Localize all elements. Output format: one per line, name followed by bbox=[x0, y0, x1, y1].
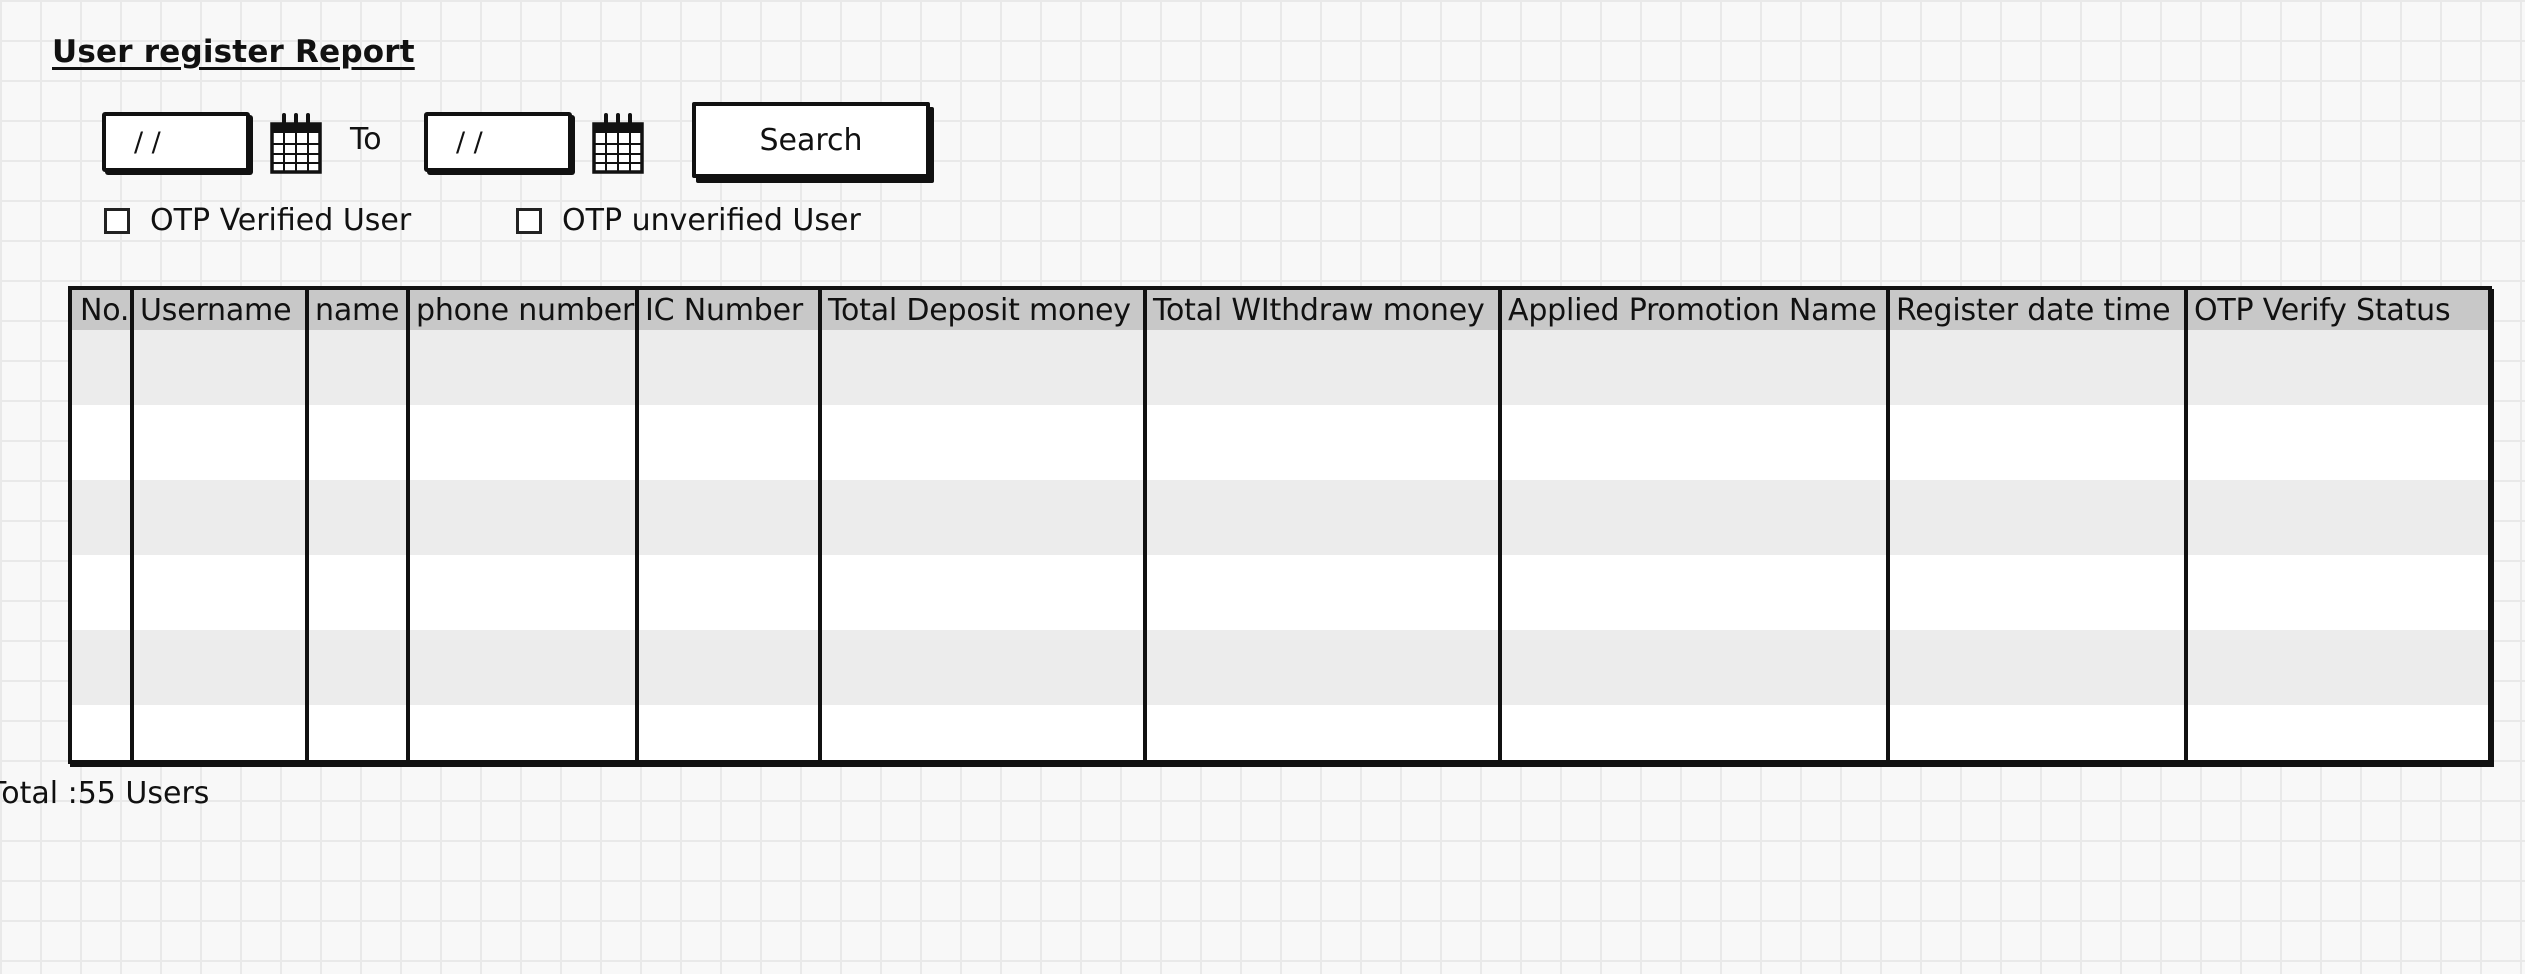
table-cell-no bbox=[72, 405, 132, 480]
table-cell-register-date-time bbox=[1886, 480, 2186, 555]
user-report-table: No. Username name phone number IC Number… bbox=[68, 286, 2492, 764]
table-cell-no bbox=[72, 330, 132, 405]
table-header-row: No. Username name phone number IC Number… bbox=[72, 290, 2488, 330]
table-cell-ic-number bbox=[635, 630, 820, 705]
table-cell-total-withdraw bbox=[1143, 555, 1500, 630]
table-cell-total-withdraw bbox=[1143, 630, 1500, 705]
table-cell-ic-number bbox=[635, 330, 820, 405]
table-cell-applied-promotion bbox=[1498, 555, 1888, 630]
table-body bbox=[72, 330, 2488, 760]
otp-unverified-label: OTP unverified User bbox=[562, 203, 861, 238]
table-cell-total-withdraw bbox=[1143, 705, 1500, 760]
otp-unverified-checkbox[interactable] bbox=[516, 207, 542, 234]
table-cell-username bbox=[130, 705, 307, 760]
table-cell-username bbox=[130, 630, 307, 705]
table-cell-total-deposit bbox=[818, 480, 1145, 555]
table-cell-ic-number bbox=[635, 480, 820, 555]
column-header-total-withdraw[interactable]: Total WIthdraw money bbox=[1143, 290, 1500, 330]
column-header-otp-verify-status[interactable]: OTP Verify Status bbox=[2184, 290, 2488, 330]
table-row[interactable] bbox=[72, 480, 2488, 555]
table-cell-register-date-time bbox=[1886, 630, 2186, 705]
table-cell-phone-number bbox=[406, 555, 637, 630]
otp-verified-checkbox[interactable] bbox=[104, 207, 130, 234]
table-row[interactable] bbox=[72, 330, 2488, 405]
table-cell-name bbox=[305, 555, 408, 630]
table-cell-username bbox=[130, 405, 307, 480]
table-cell-total-withdraw bbox=[1143, 330, 1500, 405]
table-cell-total-withdraw bbox=[1143, 480, 1500, 555]
table-cell-otp-verify-status bbox=[2184, 705, 2488, 760]
page-title: User register Report bbox=[52, 34, 415, 70]
table-cell-otp-verify-status bbox=[2184, 555, 2488, 630]
column-header-phone-number[interactable]: phone number bbox=[406, 290, 637, 330]
table-cell-total-deposit bbox=[818, 705, 1145, 760]
table-cell-total-deposit bbox=[818, 405, 1145, 480]
table-cell-applied-promotion bbox=[1498, 630, 1888, 705]
column-header-ic-number[interactable]: IC Number bbox=[635, 290, 820, 330]
table-cell-otp-verify-status bbox=[2184, 330, 2488, 405]
table-cell-phone-number bbox=[406, 405, 637, 480]
table-cell-otp-verify-status bbox=[2184, 630, 2488, 705]
table-row[interactable] bbox=[72, 555, 2488, 630]
table-cell-phone-number bbox=[406, 705, 637, 760]
table-row[interactable] bbox=[72, 630, 2488, 705]
table-cell-total-deposit bbox=[818, 330, 1145, 405]
table-cell-register-date-time bbox=[1886, 705, 2186, 760]
table-cell-phone-number bbox=[406, 630, 637, 705]
table-cell-username bbox=[130, 555, 307, 630]
column-header-no[interactable]: No. bbox=[72, 290, 132, 330]
table-cell-name bbox=[305, 705, 408, 760]
table-cell-ic-number bbox=[635, 705, 820, 760]
column-header-applied-promotion[interactable]: Applied Promotion Name bbox=[1498, 290, 1888, 330]
table-cell-no bbox=[72, 705, 132, 760]
otp-unverified-filter[interactable]: OTP unverified User bbox=[516, 203, 861, 238]
table-row[interactable] bbox=[72, 705, 2488, 760]
table-cell-username bbox=[130, 480, 307, 555]
column-header-register-date-time[interactable]: Register date time bbox=[1886, 290, 2186, 330]
table-cell-otp-verify-status bbox=[2184, 405, 2488, 480]
table-cell-applied-promotion bbox=[1498, 405, 1888, 480]
table-cell-phone-number bbox=[406, 480, 637, 555]
table-cell-name bbox=[305, 480, 408, 555]
date-from-input[interactable] bbox=[102, 112, 250, 172]
otp-verified-label: OTP Verified User bbox=[150, 203, 412, 238]
table-cell-name bbox=[305, 630, 408, 705]
table-cell-otp-verify-status bbox=[2184, 480, 2488, 555]
table-cell-no bbox=[72, 555, 132, 630]
calendar-icon[interactable] bbox=[590, 112, 646, 176]
to-label: To bbox=[350, 122, 382, 157]
column-header-username[interactable]: Username bbox=[130, 290, 307, 330]
table-cell-applied-promotion bbox=[1498, 480, 1888, 555]
table-cell-ic-number bbox=[635, 405, 820, 480]
total-users-label: Total :55 Users bbox=[0, 776, 210, 811]
otp-verified-filter[interactable]: OTP Verified User bbox=[104, 203, 411, 238]
date-to-input[interactable] bbox=[424, 112, 572, 172]
table-cell-register-date-time bbox=[1886, 405, 2186, 480]
column-header-total-deposit[interactable]: Total Deposit money bbox=[818, 290, 1145, 330]
table-row[interactable] bbox=[72, 405, 2488, 480]
table-cell-phone-number bbox=[406, 330, 637, 405]
calendar-icon[interactable] bbox=[268, 112, 324, 176]
search-button[interactable]: Search bbox=[692, 102, 930, 178]
table-cell-total-deposit bbox=[818, 630, 1145, 705]
table-cell-register-date-time bbox=[1886, 555, 2186, 630]
table-cell-name bbox=[305, 330, 408, 405]
table-cell-name bbox=[305, 405, 408, 480]
table-cell-total-deposit bbox=[818, 555, 1145, 630]
table-cell-applied-promotion bbox=[1498, 705, 1888, 760]
table-cell-username bbox=[130, 330, 307, 405]
column-header-name[interactable]: name bbox=[305, 290, 408, 330]
table-cell-applied-promotion bbox=[1498, 330, 1888, 405]
table-cell-no bbox=[72, 480, 132, 555]
table-cell-total-withdraw bbox=[1143, 405, 1500, 480]
table-cell-ic-number bbox=[635, 555, 820, 630]
table-cell-register-date-time bbox=[1886, 330, 2186, 405]
table-cell-no bbox=[72, 630, 132, 705]
